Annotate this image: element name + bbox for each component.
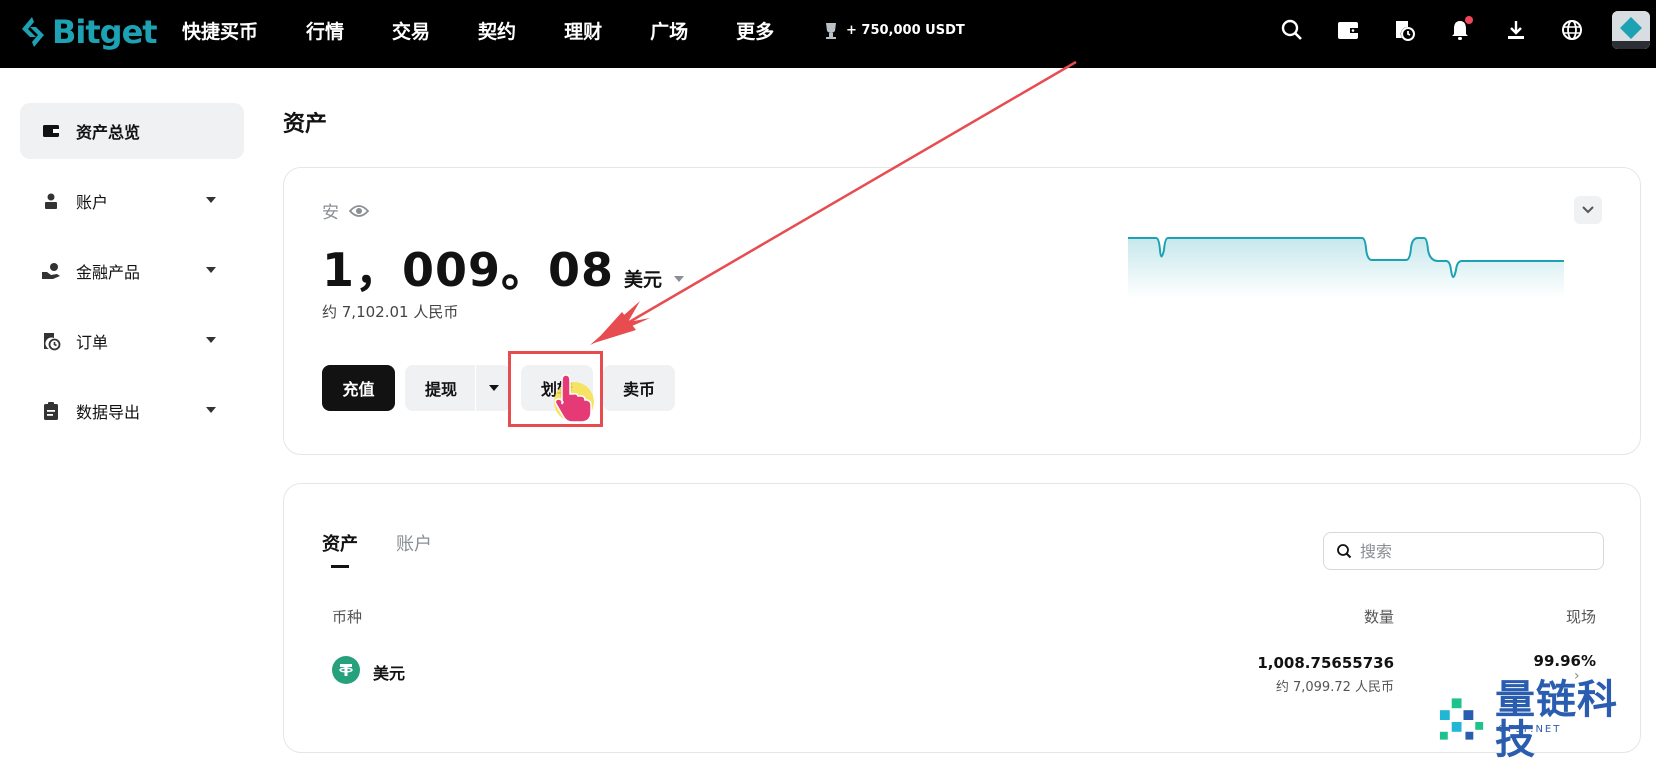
watermark: 量链科技 QFSP.NET [1436, 680, 1656, 760]
column-header-spot: 现场 [1565, 608, 1596, 626]
bitget-logo-icon [22, 17, 44, 47]
coin-quantity: 1,008.75655736 [1257, 654, 1394, 672]
balance-approx-cny: 约 7,102.01 人民币 [322, 303, 459, 321]
tab-underline [331, 565, 349, 568]
sell-button[interactable]: 卖币 [603, 365, 675, 411]
account-icon [40, 190, 62, 212]
deposit-button[interactable]: 充值 [322, 365, 395, 411]
promo-text: + 750,000 USDT [846, 22, 965, 38]
sidebar-item-finance-products[interactable]: 金融产品 [20, 243, 244, 299]
notification-dot [1465, 16, 1473, 24]
sidebar-item-label: 数据导出 [76, 403, 141, 422]
chevron-down-icon [206, 197, 216, 203]
promo-trophy-icon [826, 23, 836, 39]
balance-amount: 1，009。08 [322, 243, 615, 297]
hand-pointer-icon [554, 374, 594, 423]
sidebar-item-label: 账户 [76, 193, 109, 212]
asset-overview-card: 安 1，009。08 美元 约 7,102.01 人民币 充值 提现 划转 卖币 [283, 167, 1641, 455]
order-icon [40, 330, 62, 352]
balance-trend-sparkline [1128, 237, 1564, 298]
brand-name: Bitget [52, 13, 158, 51]
tab-accounts[interactable]: 账户 [396, 530, 432, 556]
promo-banner[interactable]: + 750,000 USDT [820, 18, 965, 42]
withdraw-button[interactable]: 提现 [405, 365, 511, 411]
tab-assets[interactable]: 资产 [322, 530, 358, 568]
bitget-logo[interactable]: Bitget [18, 12, 158, 52]
sidebar-item-account[interactable]: 账户 [20, 173, 244, 229]
withdraw-label: 提现 [425, 380, 458, 399]
globe-icon[interactable] [1556, 14, 1588, 46]
download-icon[interactable] [1500, 14, 1532, 46]
balance-unit[interactable]: 美元 [624, 265, 662, 292]
nav-item-trade[interactable]: 交易 [392, 17, 430, 44]
sidebar: 资产总览 账户 金融产品 订单 数据导出 [20, 103, 244, 453]
notification-bell-icon[interactable] [1444, 14, 1476, 46]
eye-icon[interactable] [349, 204, 369, 218]
tether-icon [332, 656, 360, 684]
sidebar-item-asset-overview[interactable]: 资产总览 [20, 103, 244, 159]
action-buttons: 充值 提现 划转 卖币 [322, 365, 685, 411]
column-header-quantity: 数量 [1363, 608, 1394, 626]
collapse-toggle-button[interactable] [1574, 196, 1602, 224]
sidebar-item-label: 资产总览 [76, 123, 141, 142]
account-label: 安 [322, 198, 369, 223]
watermark-text: 量链科技 [1495, 677, 1619, 763]
search-input[interactable] [1360, 541, 1580, 561]
total-balance: 1，009。08 美元 [322, 234, 685, 300]
sidebar-item-label: 金融产品 [76, 263, 141, 282]
sidebar-item-label: 订单 [76, 333, 109, 352]
search-icon [1337, 544, 1352, 559]
withdraw-dropdown-icon[interactable] [489, 385, 499, 391]
wallet-icon [40, 120, 62, 142]
search-icon[interactable] [1276, 14, 1308, 46]
finance-icon [40, 260, 62, 282]
nav-item-markets[interactable]: 行情 [306, 17, 344, 44]
chevron-down-icon [206, 267, 216, 273]
wallet-icon[interactable] [1332, 14, 1364, 46]
coin-name: 美元 [373, 664, 406, 683]
main-nav: 快捷买币 行情 交易 契约 理财 广场 更多 [182, 0, 822, 60]
nav-item-earn[interactable]: 理财 [564, 17, 602, 44]
nav-item-contracts[interactable]: 契约 [478, 17, 516, 44]
watermark-subtext: QFSP.NET [1498, 724, 1562, 735]
page-title: 资产 [283, 112, 328, 137]
nav-item-quick-buy[interactable]: 快捷买币 [182, 17, 258, 44]
chevron-down-icon [1582, 206, 1594, 214]
nav-item-more[interactable]: 更多 [736, 17, 774, 44]
column-header-coin: 币种 [332, 608, 363, 626]
sidebar-item-orders[interactable]: 订单 [20, 313, 244, 369]
watermark-logo [1439, 698, 1484, 740]
orders-clock-icon[interactable] [1388, 14, 1420, 46]
button-divider [475, 365, 476, 411]
account-label-text: 安 [322, 203, 339, 223]
top-icon-group [1276, 0, 1656, 60]
sidebar-item-data-export[interactable]: 数据导出 [20, 383, 244, 439]
coin-quantity-approx: 约 7,099.72 人民币 [1275, 680, 1394, 695]
chevron-down-icon [206, 337, 216, 343]
chevron-down-icon [206, 407, 216, 413]
top-navigation-bar: Bitget 快捷买币 行情 交易 契约 理财 广场 更多 + 750,000 … [0, 0, 1656, 68]
user-avatar[interactable] [1612, 11, 1650, 49]
chevron-down-icon[interactable] [674, 276, 685, 282]
tab-label: 账户 [396, 534, 432, 555]
export-icon [40, 400, 62, 422]
nav-item-square[interactable]: 广场 [650, 17, 688, 44]
holdings-tabs: 资产 账户 [322, 530, 470, 568]
tab-label: 资产 [322, 534, 358, 555]
search-box[interactable] [1323, 532, 1604, 570]
